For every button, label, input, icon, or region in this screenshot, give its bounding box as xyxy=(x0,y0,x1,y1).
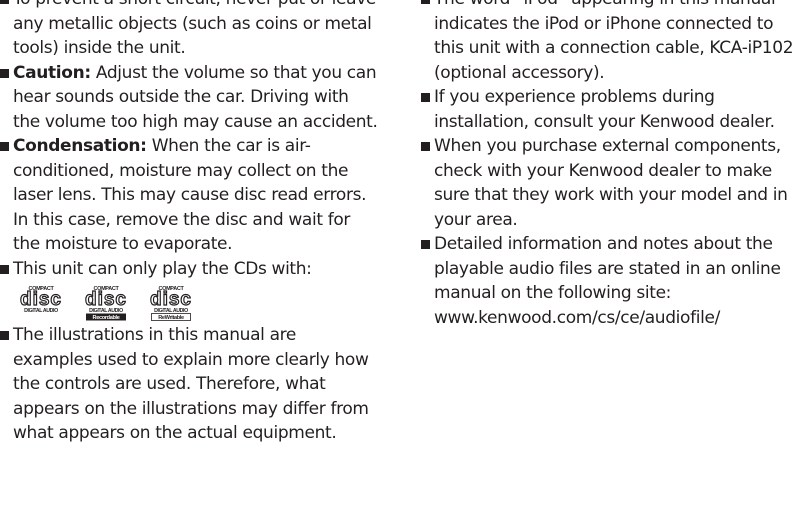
left-column: To prevent a short circuit, never put or… xyxy=(0,0,378,446)
logo-disc-text: disc xyxy=(150,289,192,310)
bullet-icon xyxy=(0,142,9,151)
installation-problems-text: If you experience problems during instal… xyxy=(434,87,775,132)
logo-disc-text: disc xyxy=(20,289,62,310)
audio-files-url[interactable]: www.kenwood.com/cs/ce/audiofile/ xyxy=(434,306,805,331)
playable-cds-text: This unit can only play the CDs with: xyxy=(13,258,312,279)
compact-disc-recordable-logo: COMPACT disc DIGITAL AUDIO Recordable xyxy=(84,286,127,321)
right-column: The word “iPod” appearing in this manual… xyxy=(421,0,805,330)
condensation-label: Condensation: xyxy=(13,136,147,156)
bullet-icon xyxy=(0,68,9,78)
bullet-icon xyxy=(421,93,430,102)
audio-files-text: Detailed information and notes about the… xyxy=(434,234,781,303)
notice-ipod-word: The word “iPod” appearing in this manual… xyxy=(421,0,805,85)
bullet-icon xyxy=(0,264,9,274)
notice-condensation: Condensation: When the car is air-condit… xyxy=(0,134,378,257)
bullet-icon xyxy=(421,240,430,249)
compact-disc-rewritable-logo: COMPACT disc DIGITAL AUDIO ReWritable xyxy=(149,286,192,321)
bullet-icon xyxy=(421,0,430,4)
notice-audio-files: Detailed information and notes about the… xyxy=(421,232,805,330)
notice-illustrations: The illustrations in this manual are exa… xyxy=(0,323,378,446)
compact-disc-digital-audio-logo: COMPACT disc DIGITAL AUDIO xyxy=(19,286,62,314)
notice-external-components: When you purchase external components, c… xyxy=(421,134,805,232)
logo-digital-audio-text: DIGITAL AUDIO xyxy=(24,308,58,314)
ipod-word-text: The word “iPod” appearing in this manual… xyxy=(434,0,794,83)
bullet-icon xyxy=(421,142,430,151)
external-components-text: When you purchase external components, c… xyxy=(434,136,788,230)
logo-digital-audio-text: DIGITAL AUDIO xyxy=(89,308,123,314)
caution-label: Caution: xyxy=(13,62,91,83)
illustrations-text: The illustrations in this manual are exa… xyxy=(13,325,369,443)
compact-disc-logos: COMPACT disc DIGITAL AUDIO COMPACT disc … xyxy=(13,285,378,321)
bullet-icon xyxy=(0,331,9,340)
bullet-icon xyxy=(0,0,9,4)
notice-short-circuit-text: To prevent a short circuit, never put or… xyxy=(13,0,376,58)
logo-recordable-text: Recordable xyxy=(93,315,120,321)
notice-installation-problems: If you experience problems during instal… xyxy=(421,85,805,134)
notice-playable-cds: This unit can only play the CDs with: CO… xyxy=(0,257,378,321)
notice-caution: Caution: Adjust the volume so that you c… xyxy=(0,61,378,135)
logo-disc-text: disc xyxy=(85,289,127,310)
logo-rewritable-text: ReWritable xyxy=(158,315,184,321)
notice-short-circuit: To prevent a short circuit, never put or… xyxy=(0,0,378,61)
